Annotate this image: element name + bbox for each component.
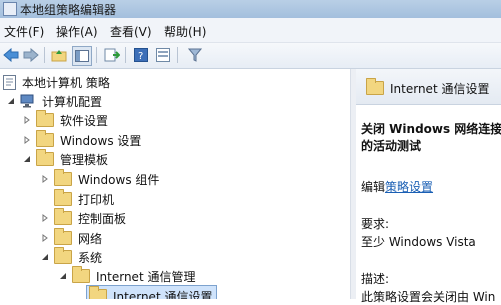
expanded-arrow-icon[interactable] [6, 96, 16, 106]
expanded-arrow-icon[interactable] [58, 271, 68, 281]
menu-action[interactable]: 操作(A) [56, 23, 98, 40]
tree-pane: 本地计算机 策略 计算机配置 软件设置 Windows 设置 管理模板 Wind… [0, 69, 351, 299]
collapsed-arrow-icon[interactable] [22, 135, 32, 145]
show-hide-tree-icon[interactable] [72, 46, 92, 66]
folder-icon [54, 247, 72, 264]
requirements-label: 要求: [361, 217, 390, 231]
tree-node-admin-templates[interactable]: 管理模板 [22, 149, 108, 169]
computer-icon [20, 94, 36, 108]
title-bar: 本地组策略编辑器 [0, 0, 501, 18]
tree-label: 打印机 [78, 192, 115, 207]
tree-label: 管理模板 [60, 152, 109, 167]
tree-node-printers[interactable]: 打印机 [54, 189, 114, 209]
folder-up-icon[interactable] [50, 46, 68, 64]
policy-title-line2: 的活动测试 [361, 139, 422, 153]
folder-icon [54, 189, 72, 206]
expanded-arrow-icon[interactable] [22, 154, 32, 164]
tree-node-windows-components[interactable]: Windows 组件 [40, 169, 159, 189]
folder-icon [36, 130, 54, 147]
tree-node-control-panel[interactable]: 控制面板 [40, 208, 126, 228]
properties-icon[interactable] [154, 46, 172, 64]
folder-icon [54, 208, 72, 225]
folder-icon [36, 149, 54, 166]
tree-node-computer-config[interactable]: 计算机配置 [6, 91, 102, 111]
folder-icon [72, 266, 90, 283]
forward-arrow-icon[interactable] [22, 46, 40, 64]
tree-node-internet-comm-settings[interactable]: Internet 通信设置 [86, 285, 218, 300]
edit-policy-line: 编辑策略设置 [361, 178, 433, 195]
folder-icon [54, 228, 72, 245]
policy-doc-icon [3, 74, 16, 90]
toolbar-separator [177, 47, 178, 63]
tree-label: 计算机配置 [42, 94, 103, 109]
tree-node-software-settings[interactable]: 软件设置 [22, 110, 108, 130]
toolbar: ? [0, 43, 501, 69]
collapsed-arrow-icon[interactable] [40, 174, 50, 184]
help-icon[interactable]: ? [132, 46, 150, 64]
tree-label: 本地计算机 策略 [22, 75, 110, 90]
tree-label: Windows 组件 [78, 172, 160, 187]
svg-text:?: ? [138, 51, 143, 62]
tree-label: Windows 设置 [60, 133, 142, 148]
tree-node-windows-settings[interactable]: Windows 设置 [22, 130, 141, 150]
tree-node-local-policy[interactable]: 本地计算机 策略 [3, 72, 110, 92]
menu-help[interactable]: 帮助(H) [164, 23, 206, 40]
details-header-title: Internet 通信设置 [390, 82, 490, 96]
expanded-arrow-icon[interactable] [40, 252, 50, 262]
folder-icon [36, 110, 54, 127]
tree-label: Internet 通信管理 [96, 269, 196, 284]
folder-icon [54, 169, 72, 186]
tree-node-internet-comm-mgmt[interactable]: Internet 通信管理 [58, 266, 195, 286]
toolbar-separator [44, 47, 45, 63]
description-text: 此策略设置会关闭由 Win [361, 290, 496, 304]
collapsed-arrow-icon[interactable] [22, 115, 32, 125]
edit-prefix: 编辑 [361, 180, 386, 194]
app-icon [3, 2, 17, 16]
tree-label: Internet 通信设置 [113, 289, 213, 300]
folder-icon [366, 78, 384, 95]
tree-node-system[interactable]: 系统 [40, 247, 102, 267]
menu-file[interactable]: 文件(F) [4, 23, 44, 40]
window-title: 本地组策略编辑器 [20, 3, 117, 17]
folder-icon [89, 286, 107, 299]
tree-label: 系统 [78, 250, 103, 265]
tree-label: 软件设置 [60, 113, 109, 128]
menu-view[interactable]: 查看(V) [110, 23, 152, 40]
collapsed-arrow-icon[interactable] [40, 213, 50, 223]
details-pane: Internet 通信设置 关闭 Windows 网络连接 的活动测试 编辑策略… [356, 69, 501, 304]
back-arrow-icon[interactable] [2, 46, 20, 64]
requirements-value: 至少 Windows Vista [361, 235, 476, 249]
description-label: 描述: [361, 272, 390, 286]
details-header: Internet 通信设置 [356, 69, 501, 105]
policy-title-line1: 关闭 Windows 网络连接 [361, 122, 501, 136]
filter-icon[interactable] [186, 46, 204, 64]
menu-bar: 文件(F) 操作(A) 查看(V) 帮助(H) [0, 18, 501, 43]
tree-node-network[interactable]: 网络 [40, 228, 102, 248]
edit-policy-link[interactable]: 策略设置 [385, 180, 433, 194]
toolbar-separator [125, 47, 126, 63]
tree-label: 控制面板 [78, 211, 127, 226]
export-list-icon[interactable] [103, 46, 121, 64]
tree-label: 网络 [78, 231, 103, 246]
toolbar-separator [96, 47, 97, 63]
collapsed-arrow-icon[interactable] [40, 233, 50, 243]
